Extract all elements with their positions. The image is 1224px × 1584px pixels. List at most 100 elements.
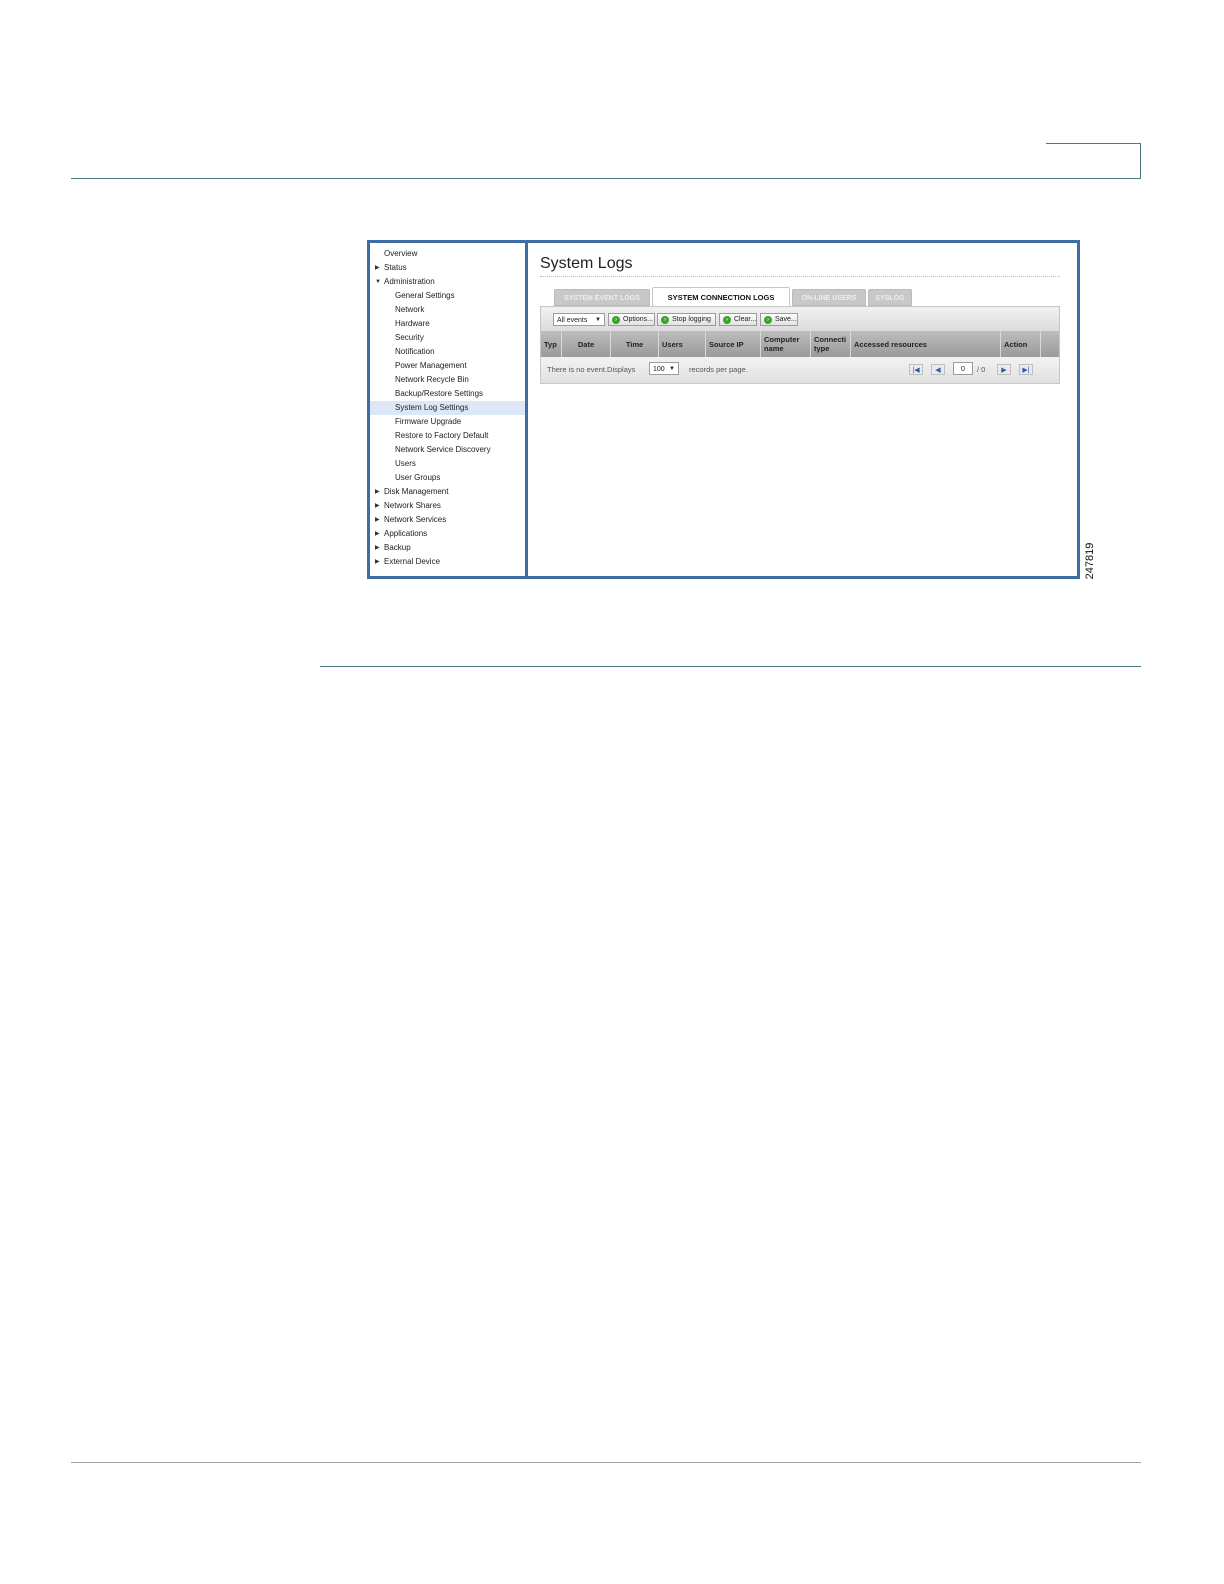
- sidebar-item-security[interactable]: Security: [370, 331, 525, 345]
- chevron-down-icon: ▼: [669, 366, 675, 372]
- arrow-right-icon: ›: [723, 316, 731, 324]
- header-rule: [71, 178, 1141, 179]
- sidebar-item-label: Status: [384, 263, 407, 272]
- sidebar-nav: Overview ▶ Status ▼ Administration General Se…: [370, 243, 528, 576]
- figure-number: 247819: [1084, 542, 1096, 580]
- page-number-input[interactable]: 0: [953, 362, 973, 375]
- options-button-label: Options...: [623, 316, 653, 323]
- save-button-label: Save...: [775, 316, 797, 323]
- sidebar-item-hardware[interactable]: Hardware: [370, 317, 525, 331]
- sidebar-item-network-recycle-bin[interactable]: Network Recycle Bin: [370, 373, 525, 387]
- section-rule: [320, 666, 1141, 667]
- sidebar-item-label: Network Shares: [384, 501, 441, 510]
- sidebar-item-backup-restore-settings[interactable]: Backup/Restore Settings: [370, 387, 525, 401]
- previous-page-icon[interactable]: ◀: [931, 364, 945, 375]
- column-header-time[interactable]: Time: [611, 331, 659, 357]
- caret-right-icon: ▶: [375, 559, 380, 565]
- page-title: System Logs: [540, 255, 633, 272]
- first-page-icon[interactable]: |◀: [909, 364, 923, 375]
- caret-right-icon: ▶: [375, 545, 380, 551]
- sidebar-item-restore-to-factory-default[interactable]: Restore to Factory Default: [370, 429, 525, 443]
- sidebar-item-label: Security: [395, 333, 424, 342]
- column-header-accessed-resources[interactable]: Accessed resources: [851, 331, 1001, 357]
- column-header-action[interactable]: Action: [1001, 331, 1041, 357]
- sidebar-item-label: Restore to Factory Default: [395, 431, 489, 440]
- records-per-page-value: 100: [653, 366, 665, 373]
- column-header-connection-type[interactable]: Connecti type: [811, 331, 851, 357]
- sidebar-item-system-log-settings[interactable]: System Log Settings: [370, 401, 525, 415]
- log-panel: All events ▼ › Options... › Stop logging…: [540, 306, 1060, 384]
- tab-system-connection-logs[interactable]: SYSTEM CONNECTION LOGS: [652, 287, 790, 306]
- sidebar-item-label: Network Service Discovery: [395, 445, 491, 454]
- last-page-icon[interactable]: ▶|: [1019, 364, 1033, 375]
- main-panel: System Logs SYSTEM EVENT LOGS SYSTEM CON…: [528, 243, 1077, 576]
- sidebar-item-network-shares[interactable]: ▶ Network Shares: [370, 499, 525, 513]
- sidebar-item-label: General Settings: [395, 291, 455, 300]
- event-filter-value: All events: [557, 317, 588, 324]
- sidebar-item-applications[interactable]: ▶ Applications: [370, 527, 525, 541]
- records-per-page-label: records per page.: [689, 365, 748, 374]
- records-per-page-select[interactable]: 100 ▼: [649, 362, 679, 375]
- sidebar-item-label: System Log Settings: [395, 403, 469, 412]
- sidebar-item-label: Administration: [384, 277, 435, 286]
- sidebar-item-label: Backup: [384, 543, 411, 552]
- sidebar-item-label: Overview: [384, 249, 418, 258]
- table-header: Typ Date Time Users Source IP Computer n…: [541, 331, 1059, 357]
- clear-button[interactable]: › Clear...: [719, 313, 757, 326]
- column-header-type[interactable]: Typ: [541, 331, 562, 357]
- next-page-icon[interactable]: ▶: [997, 364, 1011, 375]
- tab-online-users[interactable]: ON-LINE USERS: [792, 289, 866, 306]
- arrow-right-icon: ›: [612, 316, 620, 324]
- sidebar-item-administration[interactable]: ▼ Administration: [370, 275, 525, 289]
- sidebar-item-network-service-discovery[interactable]: Network Service Discovery: [370, 443, 525, 457]
- caret-right-icon: ▶: [375, 489, 380, 495]
- sidebar-item-label: Backup/Restore Settings: [395, 389, 484, 398]
- sidebar-item-general-settings[interactable]: General Settings: [370, 289, 525, 303]
- sidebar-item-network-services[interactable]: ▶ Network Services: [370, 513, 525, 527]
- header-box: [1046, 143, 1141, 178]
- pagination-bar: There is no event.Displays 100 ▼ records…: [541, 357, 1059, 383]
- caret-right-icon: ▶: [375, 503, 380, 509]
- caret-right-icon: ▶: [375, 531, 380, 537]
- sidebar-item-label: User Groups: [395, 473, 441, 482]
- tab-syslog[interactable]: SYSLOG: [868, 289, 912, 306]
- sidebar-item-external-device[interactable]: ▶ External Device: [370, 555, 525, 569]
- column-header-users[interactable]: Users: [659, 331, 706, 357]
- sidebar-item-label: Applications: [384, 529, 428, 538]
- options-button[interactable]: › Options...: [608, 313, 655, 326]
- page-total: / 0: [977, 365, 986, 374]
- sidebar-item-overview[interactable]: Overview: [370, 247, 525, 261]
- title-divider: [540, 276, 1060, 277]
- sidebar-item-power-management[interactable]: Power Management: [370, 359, 525, 373]
- arrow-right-icon: ›: [764, 316, 772, 324]
- column-header-source-ip[interactable]: Source IP: [706, 331, 761, 357]
- column-header-date[interactable]: Date: [562, 331, 611, 357]
- sidebar-item-label: Firmware Upgrade: [395, 417, 462, 426]
- save-button[interactable]: › Save...: [760, 313, 798, 326]
- sidebar-item-label: Hardware: [395, 319, 430, 328]
- stop-logging-button-label: Stop logging: [672, 316, 711, 323]
- sidebar-item-label: Network: [395, 305, 425, 314]
- sidebar-item-label: External Device: [384, 557, 441, 566]
- sidebar-item-users[interactable]: Users: [370, 457, 525, 471]
- caret-right-icon: ▶: [375, 265, 380, 271]
- sidebar-item-label: Network Recycle Bin: [395, 375, 469, 384]
- event-filter-select[interactable]: All events ▼: [553, 313, 605, 326]
- sidebar-item-notification[interactable]: Notification: [370, 345, 525, 359]
- tab-system-event-logs[interactable]: SYSTEM EVENT LOGS: [554, 289, 650, 306]
- chevron-down-icon: ▼: [595, 317, 601, 323]
- sidebar-item-label: Network Services: [384, 515, 447, 524]
- sidebar-item-firmware-upgrade[interactable]: Firmware Upgrade: [370, 415, 525, 429]
- stop-logging-button[interactable]: › Stop logging: [657, 313, 716, 326]
- column-header-computer-name[interactable]: Computer name: [761, 331, 811, 357]
- sidebar-item-label: Users: [395, 459, 416, 468]
- sidebar-item-network[interactable]: Network: [370, 303, 525, 317]
- sidebar-item-label: Power Management: [395, 361, 467, 370]
- clear-button-label: Clear...: [734, 316, 757, 323]
- sidebar-item-status[interactable]: ▶ Status: [370, 261, 525, 275]
- sidebar-item-user-groups[interactable]: User Groups: [370, 471, 525, 485]
- sidebar-item-backup[interactable]: ▶ Backup: [370, 541, 525, 555]
- sidebar-item-disk-management[interactable]: ▶ Disk Management: [370, 485, 525, 499]
- caret-down-icon: ▼: [375, 279, 381, 285]
- sidebar-item-label: Disk Management: [384, 487, 449, 496]
